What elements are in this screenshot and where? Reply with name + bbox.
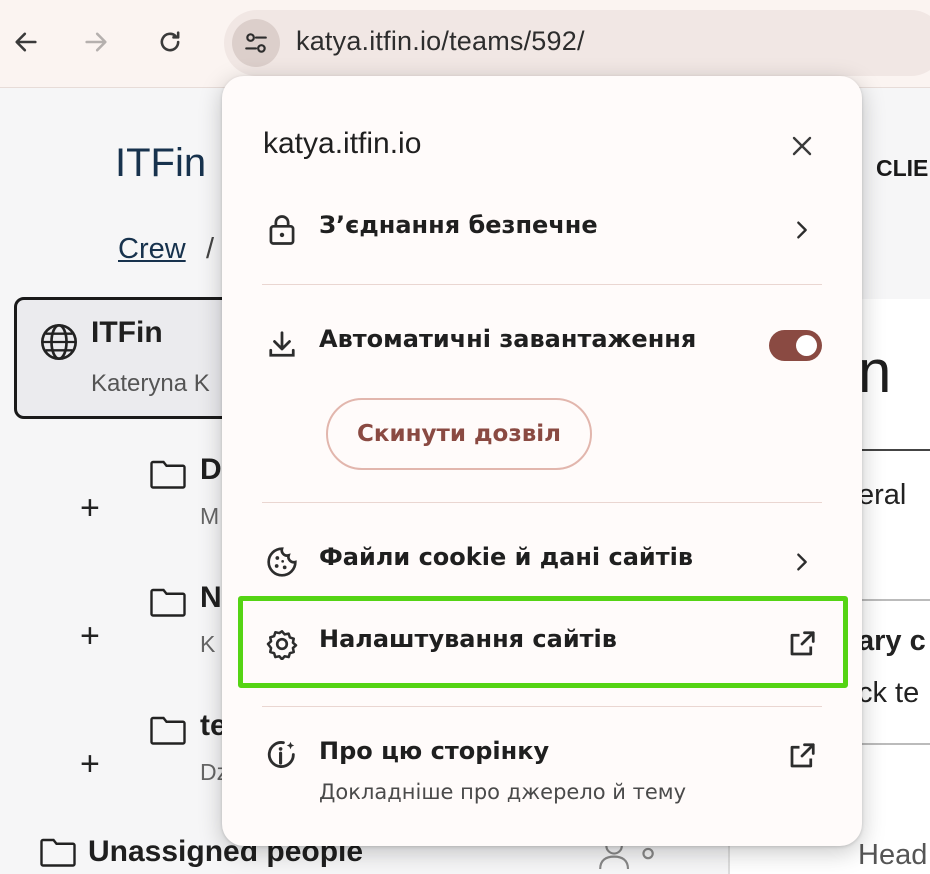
connection-row[interactable]: З’єднання безпечне <box>222 192 862 262</box>
chevron-right-icon <box>782 542 822 582</box>
divider <box>262 706 822 707</box>
panel-heading: n <box>858 338 892 405</box>
arrow-left-icon <box>15 32 37 52</box>
forward-button[interactable] <box>76 22 116 62</box>
reload-button[interactable] <box>150 22 190 62</box>
expand-plus-icon[interactable]: + <box>80 617 100 656</box>
team-name: N <box>200 581 222 614</box>
panel-text: ary c <box>858 625 926 657</box>
info-sparkle-icon <box>262 736 302 776</box>
close-button[interactable] <box>782 126 822 166</box>
reset-permission-button[interactable]: Скинути дозвіл <box>326 398 592 470</box>
address-bar[interactable]: katya.itfin.io/teams/592/ <box>224 10 930 76</box>
toggle-knob <box>796 335 817 356</box>
reload-icon <box>160 31 180 52</box>
panel-tab-underline <box>858 449 930 451</box>
cookies-row[interactable]: Файли cookie й дані сайтів <box>222 524 862 594</box>
cookies-label: Файли cookie й дані сайтів <box>319 543 694 571</box>
popup-title: katya.itfin.io <box>263 127 422 160</box>
team-row[interactable]: + te Dz <box>0 705 230 795</box>
panel-divider <box>858 599 930 601</box>
expand-plus-icon[interactable]: + <box>80 745 100 784</box>
connection-label: З’єднання безпечне <box>319 211 598 239</box>
cookie-icon <box>262 542 302 582</box>
org-name: ITFin <box>91 316 163 349</box>
external-link-icon <box>782 736 822 776</box>
team-row[interactable]: + D M <box>0 449 230 539</box>
browser-toolbar: katya.itfin.io/teams/592/ <box>0 0 930 88</box>
panel-text: eral <box>858 479 907 511</box>
panel-text: Head <box>858 839 928 871</box>
globe-icon <box>41 324 77 360</box>
divider <box>262 284 822 285</box>
site-info-button[interactable] <box>232 19 280 67</box>
breadcrumb-separator: / <box>206 233 215 265</box>
team-sub: K <box>200 631 216 657</box>
about-page-label: Про цю сторінку <box>319 737 550 765</box>
arrow-right-icon <box>85 32 107 52</box>
team-name: D <box>200 453 222 486</box>
folder-icon <box>150 716 186 745</box>
site-info-popup: katya.itfin.io З’єднання безпечне Автома… <box>222 76 862 846</box>
downloads-label: Автоматичні завантаження <box>319 325 697 353</box>
divider <box>262 502 822 503</box>
app-brand[interactable]: ITFin <box>115 141 206 186</box>
gear-icon <box>262 624 302 664</box>
chevron-right-icon <box>782 210 822 250</box>
external-link-icon <box>782 624 822 664</box>
clients-tab[interactable]: CLIE <box>876 155 928 182</box>
about-page-row[interactable]: Про цю сторінку Докладніше про джерело й… <box>222 718 862 818</box>
expand-plus-icon[interactable]: + <box>80 489 100 528</box>
panel-divider <box>858 743 930 745</box>
team-sub: M <box>200 503 220 529</box>
about-page-sub: Докладніше про джерело й тему <box>319 780 687 804</box>
url-text[interactable]: katya.itfin.io/teams/592/ <box>296 26 585 57</box>
folder-icon <box>150 588 186 617</box>
lock-icon <box>262 210 302 250</box>
panel-text: ck te <box>858 677 920 709</box>
tune-icon <box>245 33 267 53</box>
back-button[interactable] <box>6 22 46 62</box>
site-settings-row[interactable]: Налаштування сайтів <box>222 606 862 676</box>
download-icon <box>262 324 302 364</box>
team-row[interactable]: + N K <box>0 577 230 667</box>
org-owner: Kateryna K <box>91 370 210 397</box>
site-settings-label: Налаштування сайтів <box>319 625 617 653</box>
folder-icon <box>150 460 186 489</box>
breadcrumb-link[interactable]: Crew <box>118 233 186 266</box>
downloads-toggle[interactable] <box>769 330 822 361</box>
downloads-row: Автоматичні завантаження <box>222 306 862 376</box>
close-icon <box>792 136 812 156</box>
folder-icon <box>40 838 76 867</box>
